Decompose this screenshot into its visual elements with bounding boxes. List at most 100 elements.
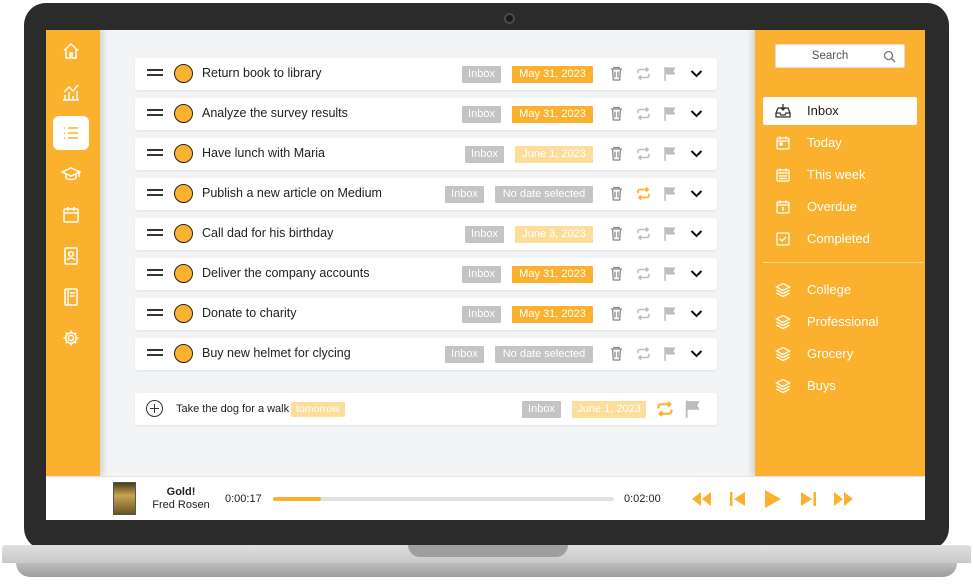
chevron-down-icon[interactable] (688, 345, 705, 362)
date-badge[interactable]: June 3, 2023 (515, 226, 593, 243)
play-icon[interactable] (760, 488, 784, 510)
drag-handle-icon[interactable] (147, 149, 163, 157)
task-row[interactable]: Donate to charity Inbox May 31, 2023 (135, 298, 717, 330)
project-grocery[interactable]: Grocery (763, 340, 917, 368)
drag-handle-icon[interactable] (147, 309, 163, 317)
project-college[interactable]: College (763, 276, 917, 304)
flag-icon[interactable] (662, 345, 679, 362)
task-row[interactable]: Analyze the survey results Inbox May 31,… (135, 98, 717, 130)
nav-settings[interactable] (53, 321, 89, 355)
chevron-down-icon[interactable] (688, 145, 705, 162)
add-icon[interactable] (146, 400, 163, 417)
repeat-icon[interactable] (635, 345, 652, 362)
complete-checkbox[interactable] (174, 224, 193, 243)
drag-handle-icon[interactable] (147, 109, 163, 117)
complete-checkbox[interactable] (174, 104, 193, 123)
nav-calendar[interactable] (53, 198, 89, 232)
task-title[interactable]: Publish a new article on Medium (202, 186, 382, 200)
project-buys[interactable]: Buys (763, 372, 917, 400)
new-task-input[interactable]: Take the dog for a walk (176, 403, 289, 415)
trash-icon[interactable] (608, 225, 625, 242)
flag-icon[interactable] (683, 398, 704, 419)
task-row[interactable]: Deliver the company accounts Inbox May 3… (135, 258, 717, 290)
nav-tasks[interactable] (53, 116, 89, 150)
date-badge[interactable]: May 31, 2023 (512, 66, 593, 83)
task-title[interactable]: Deliver the company accounts (202, 266, 369, 280)
task-title[interactable]: Call dad for his birthday (202, 226, 333, 240)
nav-stats[interactable] (53, 75, 89, 109)
task-title[interactable]: Donate to charity (202, 306, 297, 320)
task-title[interactable]: Have lunch with Maria (202, 146, 325, 160)
nav-courses[interactable] (53, 157, 89, 191)
flag-icon[interactable] (662, 145, 679, 162)
date-badge[interactable]: June 1, 2023 (572, 401, 646, 418)
nav-notes[interactable] (53, 280, 89, 314)
complete-checkbox[interactable] (174, 344, 193, 363)
date-badge[interactable]: May 31, 2023 (512, 266, 593, 283)
task-row[interactable]: Buy new helmet for clycing Inbox No date… (135, 338, 717, 370)
complete-checkbox[interactable] (174, 264, 193, 283)
trash-icon[interactable] (608, 145, 625, 162)
chevron-down-icon[interactable] (688, 105, 705, 122)
nav-contacts[interactable] (53, 239, 89, 273)
flag-icon[interactable] (662, 65, 679, 82)
trash-icon[interactable] (608, 345, 625, 362)
trash-icon[interactable] (608, 265, 625, 282)
date-badge[interactable]: No date selected (495, 346, 593, 363)
chevron-down-icon[interactable] (688, 265, 705, 282)
drag-handle-icon[interactable] (147, 229, 163, 237)
filter-overdue[interactable]: Overdue (763, 193, 917, 221)
filter-today[interactable]: Today (763, 129, 917, 157)
trash-icon[interactable] (608, 185, 625, 202)
chevron-down-icon[interactable] (688, 225, 705, 242)
flag-icon[interactable] (662, 225, 679, 242)
chevron-down-icon[interactable] (688, 185, 705, 202)
project-professional[interactable]: Professional (763, 308, 917, 336)
trash-icon[interactable] (608, 65, 625, 82)
task-title[interactable]: Analyze the survey results (202, 106, 348, 120)
complete-checkbox[interactable] (174, 144, 193, 163)
next-icon[interactable] (796, 488, 820, 510)
nav-home[interactable] (53, 34, 89, 68)
repeat-icon[interactable] (635, 265, 652, 282)
flag-icon[interactable] (662, 185, 679, 202)
drag-handle-icon[interactable] (147, 349, 163, 357)
repeat-icon[interactable] (635, 105, 652, 122)
date-badge[interactable]: May 31, 2023 (512, 306, 593, 323)
chevron-down-icon[interactable] (688, 65, 705, 82)
complete-checkbox[interactable] (174, 304, 193, 323)
repeat-icon[interactable] (635, 65, 652, 82)
repeat-icon[interactable] (635, 305, 652, 322)
flag-icon[interactable] (662, 305, 679, 322)
task-title[interactable]: Return book to library (202, 66, 322, 80)
trash-icon[interactable] (608, 305, 625, 322)
search-input[interactable]: Search (775, 44, 905, 68)
flag-icon[interactable] (662, 265, 679, 282)
filter-this-week[interactable]: This week (763, 161, 917, 189)
rewind-icon[interactable] (689, 488, 713, 510)
previous-icon[interactable] (726, 488, 750, 510)
date-badge[interactable]: June 1, 2023 (515, 146, 593, 163)
complete-checkbox[interactable] (174, 184, 193, 203)
repeat-icon[interactable] (635, 185, 652, 202)
filter-inbox[interactable]: Inbox (763, 97, 917, 125)
chevron-down-icon[interactable] (688, 305, 705, 322)
date-badge[interactable]: May 31, 2023 (512, 106, 593, 123)
search-icon[interactable] (883, 50, 896, 63)
complete-checkbox[interactable] (174, 64, 193, 83)
task-row[interactable]: Publish a new article on Medium Inbox No… (135, 178, 717, 210)
new-task-row[interactable]: Take the dog for a walk tomorrow Inbox J… (135, 393, 717, 425)
repeat-icon[interactable] (655, 399, 675, 419)
progress-bar[interactable] (273, 497, 614, 501)
drag-handle-icon[interactable] (147, 269, 163, 277)
task-row[interactable]: Return book to library Inbox May 31, 202… (135, 58, 717, 90)
task-title[interactable]: Buy new helmet for clycing (202, 346, 351, 360)
filter-completed[interactable]: Completed (763, 225, 917, 253)
trash-icon[interactable] (608, 105, 625, 122)
task-row[interactable]: Call dad for his birthday Inbox June 3, … (135, 218, 717, 250)
flag-icon[interactable] (662, 105, 679, 122)
drag-handle-icon[interactable] (147, 69, 163, 77)
repeat-icon[interactable] (635, 225, 652, 242)
drag-handle-icon[interactable] (147, 189, 163, 197)
date-badge[interactable]: No date selected (495, 186, 593, 203)
